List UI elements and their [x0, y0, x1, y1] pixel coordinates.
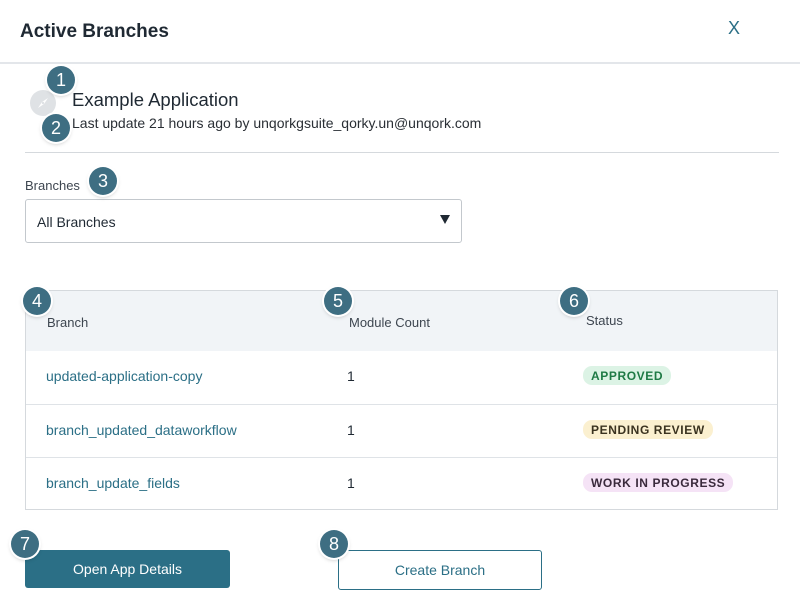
callout-marker-4: 4	[23, 287, 51, 315]
callout-marker-2: 2	[42, 114, 70, 142]
callout-marker-8: 8	[320, 530, 348, 558]
table-header: Branch Module Count Status	[26, 291, 777, 351]
module-count: 1	[347, 475, 355, 491]
status-badge: WORK IN PROGRESS	[583, 473, 734, 492]
branch-link[interactable]: branch_updated_dataworkflow	[46, 422, 237, 438]
module-count: 1	[347, 422, 355, 438]
status-badge: APPROVED	[583, 366, 672, 385]
status-badge: PENDING REVIEW	[583, 420, 713, 439]
branches-select[interactable]: All Branches	[25, 199, 462, 243]
branches-table: Branch Module Count Status updated-appli…	[25, 290, 778, 510]
column-header-branch: Branch	[47, 315, 89, 330]
app-last-update: Last update 21 hours ago by unqorkgsuite…	[72, 115, 482, 131]
table-row: updated-application-copy 1 APPROVED	[26, 351, 777, 404]
branch-link[interactable]: updated-application-copy	[46, 368, 202, 384]
modal-title: Active Branches	[20, 21, 169, 42]
branches-select-value: All Branches	[37, 214, 116, 230]
modal-header: Active Branches X	[0, 0, 800, 64]
branches-label: Branches	[25, 178, 80, 193]
column-header-status: Status	[586, 313, 623, 328]
callout-marker-6: 6	[560, 287, 588, 315]
compass-icon	[30, 90, 56, 116]
open-app-details-button[interactable]: Open App Details	[25, 550, 230, 588]
branch-link[interactable]: branch_update_fields	[46, 475, 180, 491]
callout-marker-5: 5	[324, 287, 352, 315]
app-name: Example Application	[72, 89, 239, 110]
column-header-module-count: Module Count	[349, 315, 430, 330]
callout-marker-3: 3	[89, 167, 117, 195]
callout-marker-1: 1	[47, 66, 75, 94]
create-branch-button[interactable]: Create Branch	[338, 550, 542, 590]
table-row: branch_updated_dataworkflow 1 PENDING RE…	[26, 404, 777, 458]
callout-marker-7: 7	[11, 530, 39, 558]
table-row: branch_update_fields 1 WORK IN PROGRESS	[26, 457, 777, 511]
chevron-down-icon	[440, 215, 450, 224]
divider	[25, 152, 779, 153]
module-count: 1	[347, 368, 355, 384]
close-button[interactable]: X	[728, 18, 740, 39]
